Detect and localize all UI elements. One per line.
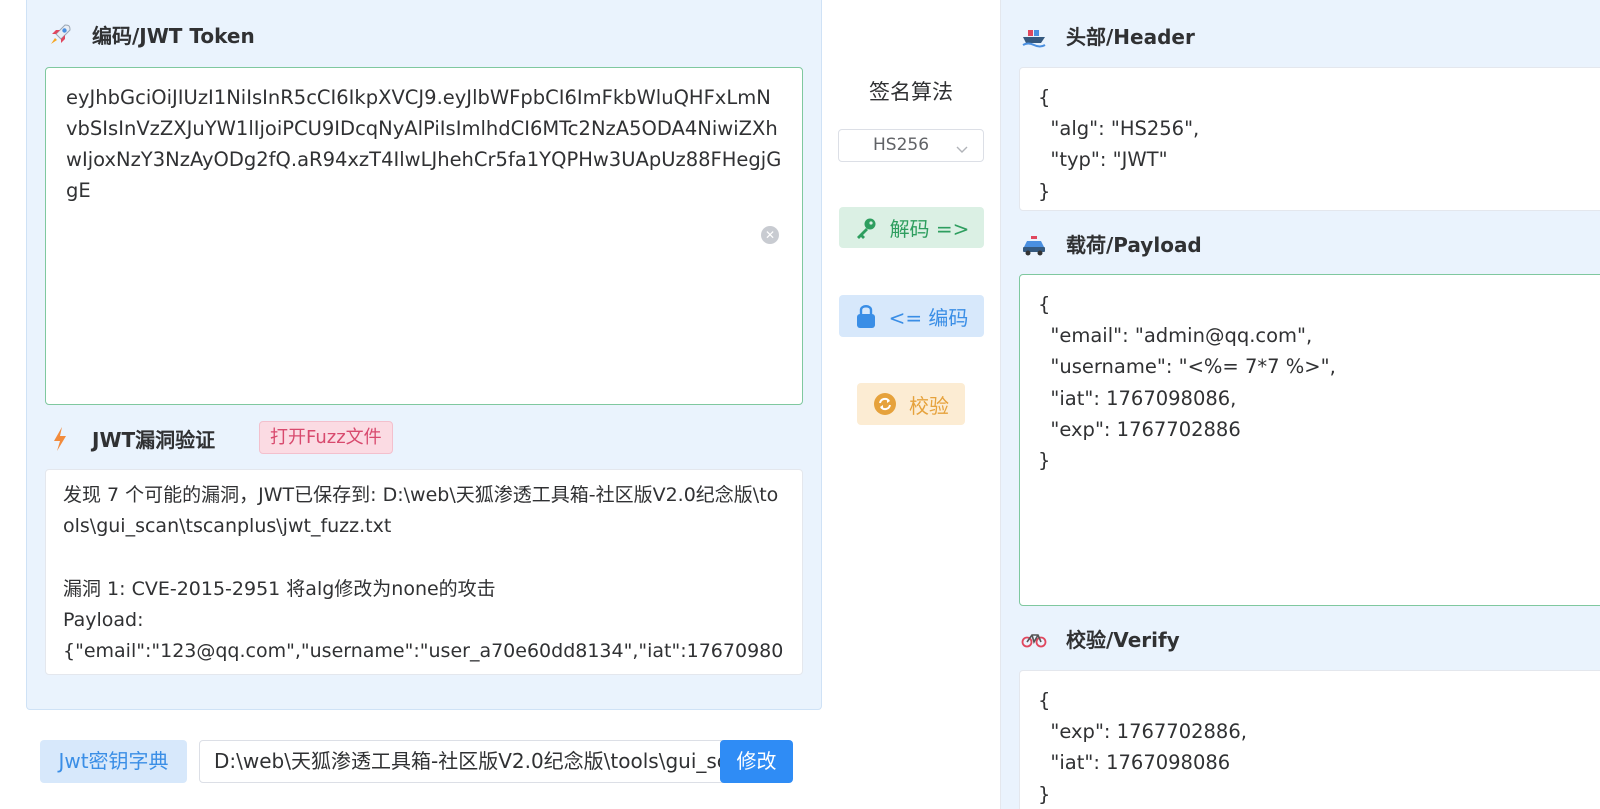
car-icon [1020, 230, 1048, 258]
payload-json-editor[interactable]: { "email": "admin@qq.com", "username": "… [1019, 274, 1600, 606]
algo-select-value: HS256 [873, 135, 930, 155]
bicycle-icon [1020, 625, 1048, 653]
encode-button[interactable]: <= 编码 [839, 295, 984, 337]
payload-section-title: 载荷/Payload [1020, 229, 1202, 258]
lock-icon [855, 303, 877, 329]
rocket-icon [46, 21, 74, 49]
encode-section-title: 编码/JWT Token [46, 20, 255, 49]
header-json-editor[interactable]: { "alg": "HS256", "typ": "JWT" } [1019, 67, 1600, 211]
algo-select[interactable]: HS256 [838, 129, 984, 162]
verify-json-editor[interactable]: { "exp": 1767702886, "iat": 1767098086 } [1019, 670, 1600, 809]
header-section-title: 头部/Header [1020, 21, 1195, 50]
jwt-key-dict-button[interactable]: Jwt密钥字典 [40, 740, 187, 783]
ship-icon [1020, 22, 1048, 50]
clear-icon[interactable]: ✕ [761, 226, 779, 244]
lightning-icon [46, 425, 74, 453]
vuln-result-textarea[interactable]: 发现 7 个可能的漏洞，JWT已保存到: D:\web\天狐渗透工具箱-社区版V… [45, 469, 803, 675]
dict-path-input[interactable]: D:\web\天狐渗透工具箱-社区版V2.0纪念版\tools\gui_scan… [199, 740, 724, 783]
jwt-token-textarea[interactable]: eyJhbGciOiJIUzI1NiIsInR5cCI6IkpXVCJ9.eyJ… [45, 67, 803, 405]
algo-label: 签名算法 [869, 80, 953, 104]
verify-button[interactable]: 校验 [857, 383, 965, 425]
open-fuzz-file-button[interactable]: 打开Fuzz文件 [259, 421, 393, 454]
modify-button[interactable]: 修改 [720, 740, 793, 783]
key-icon [854, 216, 878, 240]
chevron-down-icon [955, 136, 969, 153]
refresh-icon [873, 392, 897, 416]
decode-button[interactable]: 解码 => [839, 207, 984, 248]
verify-section-title: 校验/Verify [1020, 624, 1180, 653]
vuln-section-title: JWT漏洞验证 [46, 424, 215, 453]
